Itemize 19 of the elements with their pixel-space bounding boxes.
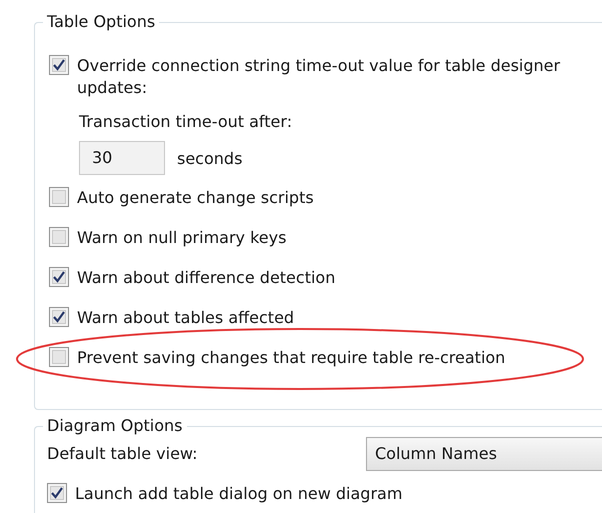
timeout-field[interactable]: 30 (79, 141, 165, 175)
option-label: Warn on null primary keys (77, 227, 288, 249)
option-label: Override connection string time-out value for table designer updates: (77, 55, 562, 99)
checkbox[interactable] (47, 483, 67, 503)
checkbox[interactable] (49, 267, 69, 287)
checkbox[interactable] (49, 227, 69, 247)
option-label: Warn about difference detection (77, 267, 336, 289)
view-dropdown[interactable]: Column Names (366, 437, 602, 471)
unit-label: seconds (177, 148, 242, 168)
option-label: Prevent saving changes that require table re-creation (77, 347, 506, 369)
checkbox[interactable] (49, 55, 69, 75)
checkbox[interactable] (49, 347, 69, 367)
field-label: Transaction time-out after: (79, 111, 294, 133)
checkbox[interactable] (49, 187, 69, 207)
checkbox[interactable] (49, 307, 69, 327)
option-label: Auto generate change scripts (77, 187, 315, 209)
option-label: Launch add table dialog on new diagram (75, 483, 404, 505)
option-label: Warn about tables affected (77, 307, 296, 329)
field-label: Default table view: (47, 443, 198, 465)
